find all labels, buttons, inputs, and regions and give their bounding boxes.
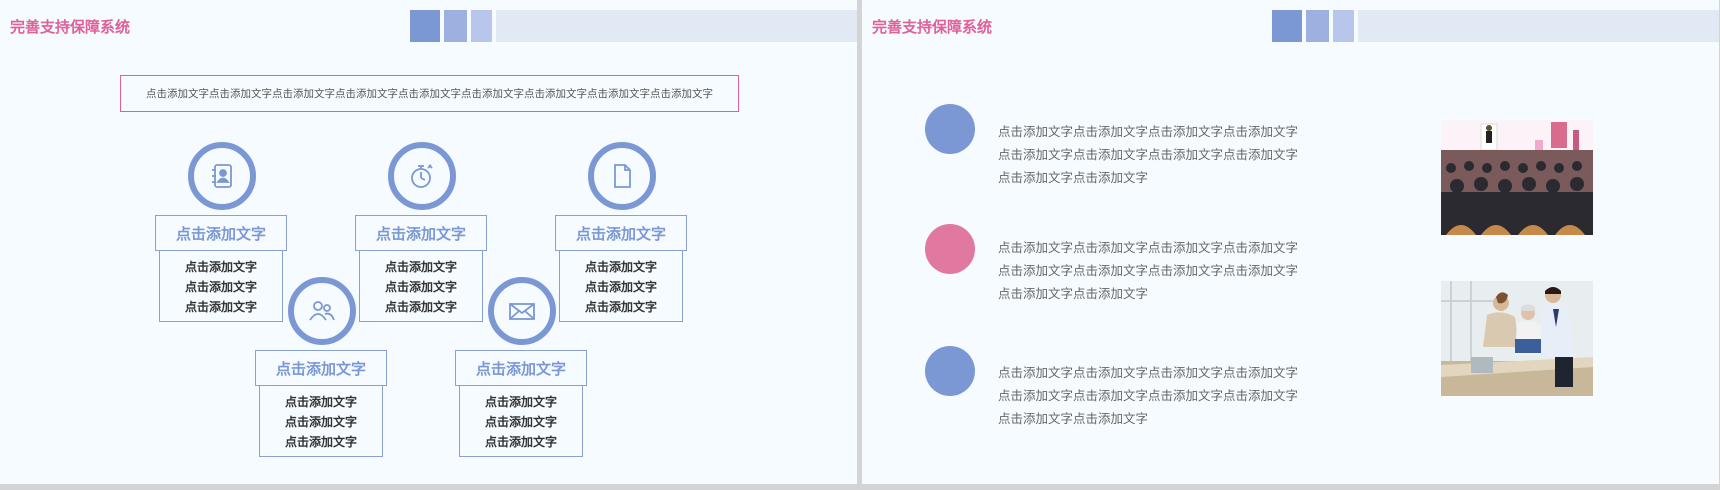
header-square	[410, 10, 440, 42]
paragraph[interactable]: 点击添加文字点击添加文字点击添加文字点击添加文字 点击添加文字点击添加文字点击添…	[998, 120, 1328, 189]
feature-title[interactable]: 点击添加文字	[455, 350, 587, 386]
feature-body: 点击添加文字 点击添加文字 点击添加文字	[359, 251, 483, 322]
slide-title: 完善支持保障系统	[10, 18, 131, 36]
feature-title[interactable]: 点击添加文字	[155, 215, 287, 251]
header-square	[471, 10, 492, 42]
document-icon	[588, 142, 656, 210]
paragraph-line: 点击添加文字点击添加文字	[998, 170, 1149, 185]
bullet-circle	[925, 104, 975, 154]
header-square	[1272, 10, 1302, 42]
feature-body: 点击添加文字 点击添加文字 点击添加文字	[259, 386, 383, 457]
business-meeting-photo	[1441, 281, 1593, 396]
feature-line: 点击添加文字	[184, 279, 257, 294]
feature-line: 点击添加文字	[584, 299, 657, 314]
paragraph-line: 点击添加文字点击添加文字	[998, 411, 1149, 426]
feature-line: 点击添加文字	[484, 434, 557, 449]
feature-line: 点击添加文字	[184, 259, 257, 274]
envelope-icon	[488, 277, 556, 345]
users-icon	[288, 277, 356, 345]
paragraph-line: 点击添加文字点击添加文字点击添加文字点击添加文字	[998, 388, 1299, 403]
feature-title[interactable]: 点击添加文字	[555, 215, 687, 251]
paragraph-line: 点击添加文字点击添加文字	[998, 286, 1149, 301]
feature-line: 点击添加文字	[384, 279, 457, 294]
paragraph[interactable]: 点击添加文字点击添加文字点击添加文字点击添加文字 点击添加文字点击添加文字点击添…	[998, 236, 1328, 305]
feature-body: 点击添加文字 点击添加文字 点击添加文字	[559, 251, 683, 322]
paragraph-line: 点击添加文字点击添加文字点击添加文字点击添加文字	[998, 124, 1299, 139]
conference-audience-photo	[1441, 120, 1593, 235]
feature-line: 点击添加文字	[284, 434, 357, 449]
feature-line: 点击添加文字	[584, 259, 657, 274]
bullet-circle	[925, 224, 975, 274]
paragraph-line: 点击添加文字点击添加文字点击添加文字点击添加文字	[998, 263, 1299, 278]
header-square	[444, 10, 467, 42]
feature-line: 点击添加文字	[284, 414, 357, 429]
feature-line: 点击添加文字	[384, 259, 457, 274]
paragraph-line: 点击添加文字点击添加文字点击添加文字点击添加文字	[998, 147, 1299, 162]
header-square	[1306, 10, 1329, 42]
feature-line: 点击添加文字	[384, 299, 457, 314]
bullet-circle	[925, 346, 975, 396]
header-square	[1333, 10, 1354, 42]
intro-text-box[interactable]: 点击添加文字点击添加文字点击添加文字点击添加文字点击添加文字点击添加文字点击添加…	[120, 75, 739, 112]
header-bar	[496, 10, 857, 42]
feature-title[interactable]: 点击添加文字	[355, 215, 487, 251]
stopwatch-icon	[388, 142, 456, 210]
address-book-icon	[188, 142, 256, 210]
feature-line: 点击添加文字	[484, 394, 557, 409]
slide-title: 完善支持保障系统	[872, 18, 993, 36]
feature-line: 点击添加文字	[584, 279, 657, 294]
feature-line: 点击添加文字	[484, 414, 557, 429]
header-bar	[1358, 10, 1719, 42]
feature-body: 点击添加文字 点击添加文字 点击添加文字	[459, 386, 583, 457]
feature-line: 点击添加文字	[284, 394, 357, 409]
paragraph[interactable]: 点击添加文字点击添加文字点击添加文字点击添加文字 点击添加文字点击添加文字点击添…	[998, 361, 1328, 430]
paragraph-line: 点击添加文字点击添加文字点击添加文字点击添加文字	[998, 365, 1299, 380]
paragraph-line: 点击添加文字点击添加文字点击添加文字点击添加文字	[998, 240, 1299, 255]
slide-left: 完善支持保障系统 点击添加文字点击添加文字点击添加文字点击添加文字点击添加文字点…	[0, 0, 857, 484]
feature-title[interactable]: 点击添加文字	[255, 350, 387, 386]
slide-right: 完善支持保障系统 点击添加文字点击添加文字点击添加文字点击添加文字 点击添加文字…	[862, 0, 1719, 484]
feature-body: 点击添加文字 点击添加文字 点击添加文字	[159, 251, 283, 322]
feature-line: 点击添加文字	[184, 299, 257, 314]
